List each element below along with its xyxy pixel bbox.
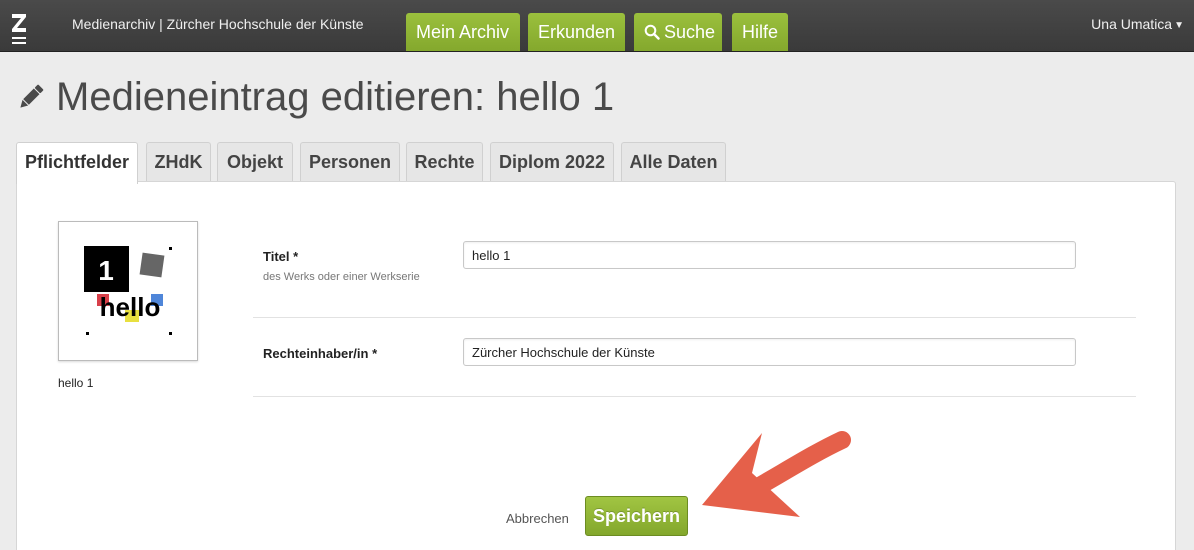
media-preview-image: 1 hello (84, 246, 172, 335)
zhdk-logo-icon[interactable] (10, 6, 30, 46)
top-navigation-bar: Medienarchiv | Zürcher Hochschule der Kü… (0, 0, 1194, 52)
rights-field-label: Rechteinhaber/in * (263, 346, 378, 361)
thumb-number: 1 (98, 255, 114, 286)
tab-personen[interactable]: Personen (300, 142, 400, 182)
user-name: Una Umatica (1091, 16, 1173, 32)
rights-holder-field[interactable] (463, 338, 1076, 366)
tab-rechte[interactable]: Rechte (406, 142, 483, 182)
search-icon (644, 24, 660, 40)
nav-mein-archiv-label: Mein Archiv (416, 22, 510, 42)
media-caption: hello 1 (58, 376, 94, 390)
nav-erkunden-label: Erkunden (538, 22, 616, 42)
nav-hilfe-button[interactable]: Hilfe (732, 13, 788, 51)
app-title-link[interactable]: Medienarchiv | Zürcher Hochschule der Kü… (72, 16, 364, 32)
nav-erkunden-button[interactable]: Erkunden (528, 13, 625, 51)
tab-diplom-2022[interactable]: Diplom 2022 (490, 142, 614, 182)
nav-mein-archiv-button[interactable]: Mein Archiv (406, 13, 520, 51)
field-divider (253, 396, 1136, 397)
title-field[interactable] (463, 241, 1076, 269)
nav-hilfe-label: Hilfe (742, 22, 779, 42)
cancel-link[interactable]: Abbrechen (506, 511, 569, 526)
nav-suche-label: Suche (664, 22, 716, 42)
page-title-text: Medieneintrag editieren: hello 1 (56, 74, 615, 119)
tab-zhdk[interactable]: ZHdK (146, 142, 211, 182)
tab-objekt[interactable]: Objekt (217, 142, 293, 182)
nav-suche-button[interactable]: Suche (634, 13, 722, 51)
pencil-icon (20, 84, 44, 108)
user-menu[interactable]: Una Umatica ▼ (1091, 16, 1184, 32)
save-button[interactable]: Speichern (585, 496, 688, 536)
field-divider (253, 317, 1136, 318)
page-title: Medieneintrag editieren: hello 1 (16, 72, 614, 122)
title-field-label: Titel * (263, 249, 299, 264)
media-thumbnail[interactable]: 1 hello (58, 221, 198, 361)
tab-alle-daten[interactable]: Alle Daten (621, 142, 726, 182)
tab-pflichtfelder[interactable]: Pflichtfelder (16, 142, 138, 184)
thumb-word: hello (100, 292, 161, 322)
caret-down-icon: ▼ (1174, 20, 1184, 31)
annotation-arrow-icon (702, 431, 851, 517)
title-field-hint: des Werks oder einer Werkserie (263, 271, 420, 283)
